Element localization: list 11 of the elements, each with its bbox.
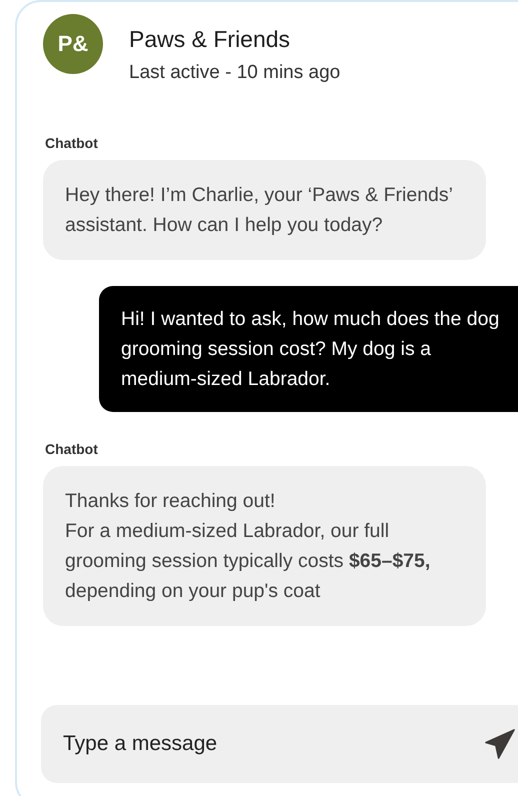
sender-label: Chatbot	[45, 135, 99, 151]
avatar-logo: P&	[43, 14, 103, 74]
chat-title: Paws & Friends	[129, 26, 292, 53]
message-input-bar[interactable]: Type a message	[41, 705, 518, 783]
message-input[interactable]: Type a message	[61, 731, 483, 757]
bot-message-bubble: Thanks for reaching out! For a medium-sized Labrador, our full grooming session typically costs $65–$75, depending on your pup's coat	[43, 466, 486, 626]
bot-message-bubble: Hey there! I’m Charlie, your ‘Paws & Friends’ assistant. How can I help you today?	[43, 160, 486, 260]
sender-label: Chatbot	[45, 441, 99, 457]
send-icon[interactable]	[483, 727, 517, 761]
last-active-status: Last active - 10 mins ago	[129, 62, 340, 84]
user-message-bubble: Hi! I wanted to ask, how much does the dog grooming session cost? My dog is a medium-sized Labrador.	[99, 286, 518, 412]
